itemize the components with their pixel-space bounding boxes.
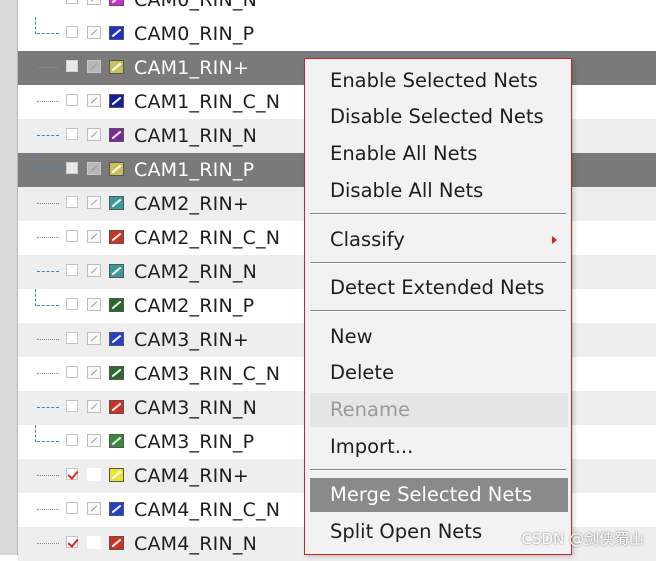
visibility-icon[interactable]: [87, 230, 101, 243]
net-color-swatch-icon[interactable]: [109, 94, 124, 108]
visibility-icon[interactable]: [87, 332, 101, 345]
visibility-icon[interactable]: [87, 60, 101, 73]
net-color-swatch-icon[interactable]: [109, 536, 124, 550]
diff-pair-bracket: [35, 153, 37, 170]
visibility-icon[interactable]: [87, 468, 101, 481]
diff-pair-bracket: [35, 425, 37, 442]
net-name: CAM1_RIN_P: [134, 159, 255, 181]
menu-separator: [310, 262, 566, 264]
menu-item-import[interactable]: Import...: [310, 430, 568, 464]
net-color-swatch-icon[interactable]: [109, 26, 124, 40]
visibility-icon[interactable]: [87, 502, 101, 515]
net-name: CAM2_RIN+: [134, 193, 249, 215]
net-name: CAM4_RIN_N: [134, 533, 257, 555]
net-name: CAM2_RIN_P: [134, 295, 255, 317]
visibility-icon[interactable]: [87, 26, 101, 39]
menu-separator: [310, 469, 566, 471]
menu-item-enable-selected-nets[interactable]: Enable Selected Nets: [310, 64, 568, 98]
menu-item-disable-selected-nets[interactable]: Disable Selected Nets: [310, 100, 568, 134]
net-name: CAM3_RIN_N: [134, 397, 257, 419]
menu-item-detect-extended-nets[interactable]: Detect Extended Nets: [310, 271, 568, 305]
net-checkbox-checked[interactable]: [66, 468, 78, 480]
visibility-icon[interactable]: [87, 128, 101, 141]
net-color-swatch-icon[interactable]: [109, 400, 124, 414]
net-checkbox[interactable]: [66, 128, 78, 140]
visibility-icon[interactable]: [87, 366, 101, 379]
net-checkbox[interactable]: [66, 196, 78, 208]
net-checkbox[interactable]: [66, 162, 78, 174]
net-checkbox[interactable]: [66, 264, 78, 276]
diff-pair-bracket: [35, 17, 37, 34]
net-color-swatch-icon[interactable]: [109, 502, 124, 516]
net-color-swatch-icon[interactable]: [109, 366, 124, 380]
visibility-icon[interactable]: [87, 298, 101, 311]
net-name: CAM4_RIN_C_N: [134, 499, 281, 521]
net-color-swatch-icon[interactable]: [109, 298, 124, 312]
menu-item-enable-all-nets[interactable]: Enable All Nets: [310, 137, 568, 171]
net-name: CAM0_RIN_N: [134, 0, 257, 11]
menu-item-new[interactable]: New: [310, 320, 568, 354]
net-color-swatch-icon[interactable]: [109, 128, 124, 142]
submenu-arrow-icon: [552, 236, 557, 244]
net-name: CAM1_RIN_C_N: [134, 91, 281, 113]
net-checkbox[interactable]: [66, 94, 78, 106]
menu-item-disable-all-nets[interactable]: Disable All Nets: [310, 174, 568, 208]
net-color-swatch-icon[interactable]: [109, 332, 124, 346]
visibility-icon[interactable]: [87, 162, 101, 175]
visibility-icon[interactable]: [87, 400, 101, 413]
net-checkbox[interactable]: [66, 434, 78, 446]
menu-item-label: Classify: [330, 228, 405, 251]
context-menu: Enable Selected Nets Disable Selected Ne…: [304, 58, 572, 555]
menu-item-classify[interactable]: Classify: [310, 223, 568, 257]
net-checkbox[interactable]: [66, 298, 78, 310]
net-checkbox[interactable]: [66, 366, 78, 378]
net-checkbox[interactable]: [66, 502, 78, 514]
net-color-swatch-icon[interactable]: [109, 162, 124, 176]
visibility-icon[interactable]: [87, 196, 101, 209]
visibility-icon[interactable]: [87, 536, 101, 549]
net-checkbox[interactable]: [66, 230, 78, 242]
net-color-swatch-icon[interactable]: [109, 264, 124, 278]
net-name: CAM4_RIN+: [134, 465, 249, 487]
menu-item-rename[interactable]: Rename: [310, 393, 568, 427]
diff-pair-bracket: [35, 289, 37, 306]
net-name: CAM0_RIN_P: [134, 23, 255, 45]
watermark: CSDN @剑侠蜀山: [521, 530, 644, 548]
net-checkbox[interactable]: [66, 0, 78, 4]
net-name: CAM3_RIN_P: [134, 431, 255, 453]
net-checkbox[interactable]: [66, 26, 78, 38]
net-name: CAM3_RIN_C_N: [134, 363, 281, 385]
net-name: CAM2_RIN_C_N: [134, 227, 281, 249]
net-name: CAM3_RIN+: [134, 329, 249, 351]
net-name: CAM2_RIN_N: [134, 261, 257, 283]
net-row-cam0-rin-p[interactable]: CAM0_RIN_P: [18, 17, 656, 51]
menu-item-delete[interactable]: Delete: [310, 356, 568, 390]
visibility-icon[interactable]: [87, 434, 101, 447]
menu-separator: [310, 310, 566, 312]
net-color-swatch-icon[interactable]: [109, 434, 124, 448]
net-checkbox[interactable]: [66, 60, 78, 72]
net-row-cam0-rin-n[interactable]: CAM0_RIN_N: [18, 0, 656, 17]
net-checkbox[interactable]: [66, 400, 78, 412]
visibility-icon[interactable]: [87, 94, 101, 107]
net-color-swatch-icon[interactable]: [109, 0, 124, 6]
visibility-icon[interactable]: [87, 0, 101, 5]
net-color-swatch-icon[interactable]: [109, 196, 124, 210]
net-color-swatch-icon[interactable]: [109, 60, 124, 74]
menu-item-merge-selected-nets[interactable]: Merge Selected Nets: [310, 478, 568, 512]
net-name: CAM1_RIN+: [134, 57, 249, 79]
net-color-swatch-icon[interactable]: [109, 230, 124, 244]
tree-gutter: [0, 0, 18, 555]
net-color-swatch-icon[interactable]: [109, 468, 124, 482]
menu-separator: [310, 213, 566, 215]
net-name: CAM1_RIN_N: [134, 125, 257, 147]
net-checkbox[interactable]: [66, 332, 78, 344]
net-checkbox-checked[interactable]: [66, 536, 78, 548]
visibility-icon[interactable]: [87, 264, 101, 277]
